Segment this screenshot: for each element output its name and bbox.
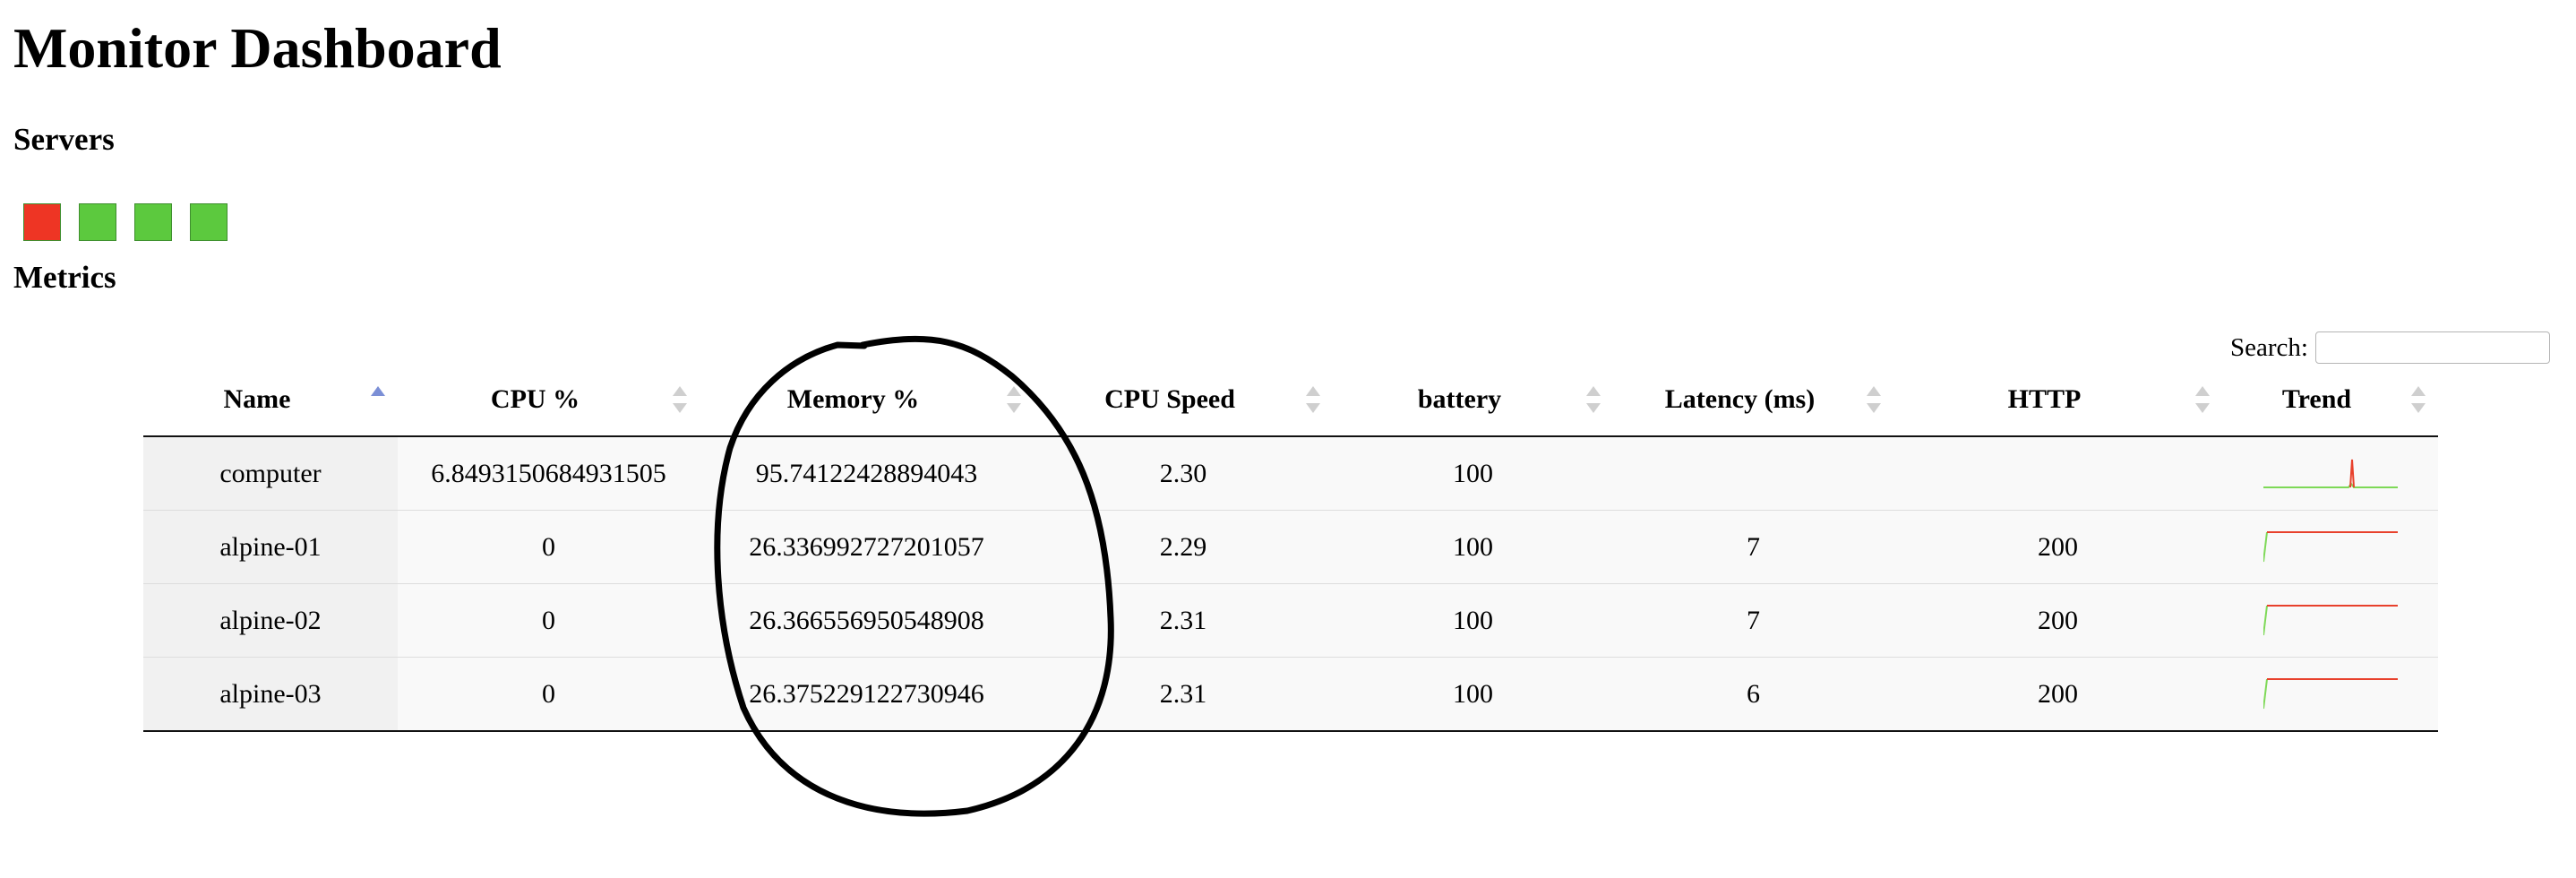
cell-latency: 7 xyxy=(1613,510,1893,584)
sort-icon xyxy=(2411,386,2426,413)
trend-line-green xyxy=(2263,678,2268,709)
table-row: alpine-01 0 26.336992727201057 2.29 100 … xyxy=(143,510,2438,584)
cell-cpu: 0 xyxy=(398,657,700,732)
trend-sparkline xyxy=(2263,604,2398,635)
cell-trend xyxy=(2222,657,2438,732)
column-header-memory[interactable]: Memory % xyxy=(700,364,1034,437)
cell-http: 200 xyxy=(1893,657,2222,732)
cell-memory: 95.74122428894043 xyxy=(755,458,978,488)
column-header-name[interactable]: Name xyxy=(143,364,398,437)
column-header-label: Name xyxy=(223,384,291,414)
metrics-heading: Metrics xyxy=(13,260,116,295)
sort-icon xyxy=(2195,386,2210,413)
search-input[interactable] xyxy=(2314,331,2550,364)
cell-battery: 100 xyxy=(1333,583,1613,658)
table-row: alpine-03 0 26.375229122730946 2.31 100 … xyxy=(143,657,2438,732)
trend-sparkline xyxy=(2263,677,2398,709)
cell-cpu: 0 xyxy=(398,583,700,658)
trend-line-green xyxy=(2263,481,2398,488)
cell-cpu-speed: 2.31 xyxy=(1034,657,1333,732)
table-header-row: Name CPU % Memory % CPU Speed battery La… xyxy=(143,364,2438,437)
cell-cpu-speed: 2.31 xyxy=(1034,583,1333,658)
sort-icon xyxy=(1306,386,1320,413)
table-row: alpine-02 0 26.366556950548908 2.31 100 … xyxy=(143,583,2438,658)
cell-http: 200 xyxy=(1893,510,2222,584)
column-header-battery[interactable]: battery xyxy=(1333,364,1613,437)
sort-icon xyxy=(673,386,687,413)
column-header-trend[interactable]: Trend xyxy=(2222,364,2438,437)
cell-trend xyxy=(2222,583,2438,658)
server-status-boxes xyxy=(23,203,228,241)
metrics-table: Name CPU % Memory % CPU Speed battery La… xyxy=(143,364,2438,732)
column-header-label: CPU % xyxy=(490,384,580,414)
column-header-label: Latency (ms) xyxy=(1664,384,1816,414)
cell-name: alpine-03 xyxy=(143,657,398,732)
sort-icon xyxy=(1586,386,1601,413)
column-header-label: HTTP xyxy=(2007,384,2082,414)
column-header-label: CPU Speed xyxy=(1104,384,1235,414)
cell-memory: 26.366556950548908 xyxy=(700,583,1034,658)
cell-memory: 26.375229122730946 xyxy=(700,657,1034,732)
trend-line-green xyxy=(2263,531,2268,562)
trend-line-green xyxy=(2263,605,2268,635)
search-label: Search: xyxy=(2230,332,2308,362)
server-status-box-alpine-03[interactable] xyxy=(190,203,228,241)
cell-trend xyxy=(2222,436,2438,511)
servers-heading: Servers xyxy=(13,122,115,157)
search-box: Search: xyxy=(2230,331,2550,364)
cell-http: 200 xyxy=(1893,583,2222,658)
server-status-box-computer[interactable] xyxy=(23,203,61,241)
server-status-box-alpine-02[interactable] xyxy=(134,203,172,241)
cell-name: computer xyxy=(143,436,398,511)
sort-ascending-icon xyxy=(371,386,385,413)
page-title: Monitor Dashboard xyxy=(13,16,502,80)
cell-latency: 6 xyxy=(1613,657,1893,732)
cell-cpu-speed: 2.30 xyxy=(1159,458,1207,488)
column-header-cpu-speed[interactable]: CPU Speed xyxy=(1034,364,1333,437)
table-row: computer 6.8493150684931505 95.741224288… xyxy=(143,436,2438,511)
cell-name: alpine-02 xyxy=(143,583,398,658)
column-header-label: battery xyxy=(1417,384,1502,414)
cell-latency: 7 xyxy=(1613,583,1893,658)
cell-memory: 26.336992727201057 xyxy=(700,510,1034,584)
trend-line-red xyxy=(2348,459,2355,487)
cell-latency xyxy=(1613,436,1893,511)
trend-sparkline xyxy=(2263,459,2398,488)
sort-icon xyxy=(1867,386,1881,413)
cell-battery: 100 xyxy=(1333,657,1613,732)
cell-http xyxy=(1893,436,2222,511)
column-header-label: Trend xyxy=(2281,384,2352,414)
server-status-box-alpine-01[interactable] xyxy=(79,203,116,241)
column-header-http[interactable]: HTTP xyxy=(1893,364,2222,437)
column-header-label: Memory % xyxy=(786,384,920,414)
cell-name: alpine-01 xyxy=(143,510,398,584)
sort-icon xyxy=(1007,386,1021,413)
cell-cpu: 0 xyxy=(398,510,700,584)
cell-cpu: 6.8493150684931505 xyxy=(431,458,666,488)
trend-sparkline xyxy=(2263,530,2398,562)
cell-trend xyxy=(2222,510,2438,584)
cell-cpu-speed: 2.29 xyxy=(1034,510,1333,584)
cell-battery: 100 xyxy=(1333,510,1613,584)
column-header-cpu[interactable]: CPU % xyxy=(398,364,700,437)
cell-battery: 100 xyxy=(1453,458,1493,488)
column-header-latency[interactable]: Latency (ms) xyxy=(1613,364,1893,437)
